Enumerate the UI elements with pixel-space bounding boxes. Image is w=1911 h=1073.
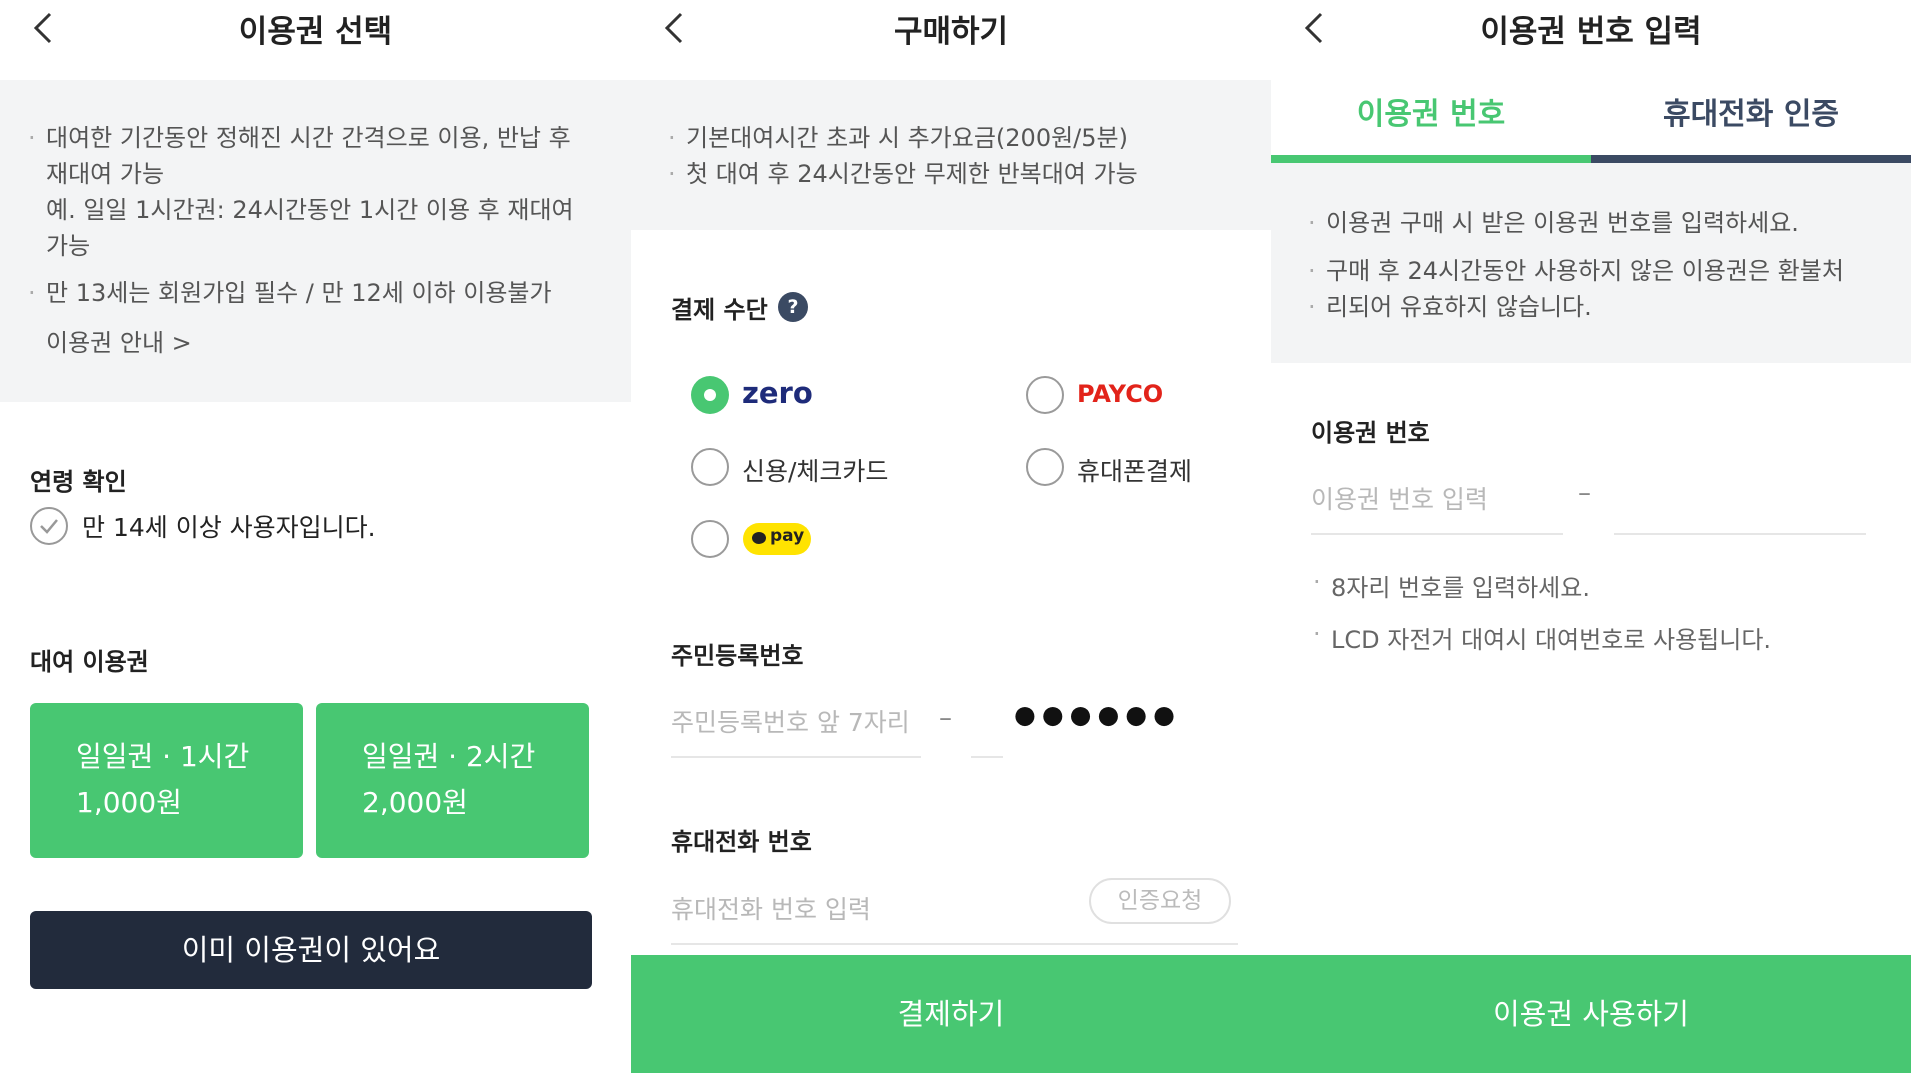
use-ticket-button[interactable]: 이용권 사용하기 bbox=[1271, 955, 1911, 1073]
rrn-front-input[interactable]: 주민등록번호 앞 7자리 bbox=[671, 703, 921, 758]
tab-indicator-active bbox=[1271, 155, 1591, 163]
radio-phone-payment[interactable] bbox=[1026, 448, 1064, 486]
info-line-text: 첫 대여 후 24시간동안 무제한 반복대여 가능 bbox=[686, 160, 1138, 188]
header: 이용권 번호 입력 bbox=[1271, 0, 1911, 80]
ticket-name: 일일권 · 2시간 bbox=[362, 740, 536, 773]
radio-kakao-pay[interactable] bbox=[691, 520, 729, 558]
info-text: 대여한 기간동안 정해진 시간 간격으로 이용, 반납 후 재대여 가능 예. … bbox=[28, 120, 574, 264]
rental-ticket-label: 대여 이용권 bbox=[30, 648, 149, 676]
info-line: 예. 일일 1시간권: 24시간동안 1시간 이용 후 재대여 bbox=[46, 196, 574, 224]
age-check-text: 만 14세 이상 사용자입니다. bbox=[82, 513, 376, 542]
ticket-select-screen: 이용권 선택 대여한 기간동안 정해진 시간 간격으로 이용, 반납 후 재대여… bbox=[0, 0, 631, 1073]
info-age-rule: 만 13세는 회원가입 필수 / 만 12세 이하 이용불가 bbox=[28, 275, 552, 311]
info-line-text: 리되어 유효하지 않습니다. bbox=[1326, 293, 1592, 321]
rrn-placeholder: 주민등록번호 앞 7자리 bbox=[671, 708, 910, 737]
kakao-pay-logo[interactable]: pay bbox=[743, 523, 811, 555]
header: 이용권 선택 bbox=[0, 0, 631, 80]
radio-zero-pay[interactable] bbox=[691, 376, 729, 414]
info-box: 이용권 구매 시 받은 이용권 번호를 입력하세요. 구매 후 24시간동안 사… bbox=[1271, 163, 1911, 363]
tab-ticket-number[interactable]: 이용권 번호 bbox=[1271, 80, 1591, 162]
info-line: 첫 대여 후 24시간동안 무제한 반복대여 가능 bbox=[668, 156, 1138, 192]
ticket-number-input-2[interactable] bbox=[1614, 480, 1866, 535]
phone-number-label: 휴대전화 번호 bbox=[671, 828, 812, 856]
zero-pay-text: zero bbox=[742, 376, 813, 410]
card-payment-label[interactable]: 신용/체크카드 bbox=[742, 452, 888, 488]
page-title: 이용권 번호 입력 bbox=[1480, 14, 1702, 50]
help-icon[interactable]: ? bbox=[778, 292, 808, 322]
check-icon bbox=[40, 519, 58, 534]
rrn-back-first-digit-input[interactable] bbox=[971, 703, 1003, 758]
speech-bubble-icon bbox=[752, 532, 766, 544]
payment-method-label: 결제 수단 bbox=[671, 296, 768, 324]
radio-card[interactable] bbox=[691, 448, 729, 486]
rrn-label: 주민등록번호 bbox=[671, 642, 804, 670]
ticket-number-placeholder: 이용권 번호 입력 bbox=[1311, 485, 1488, 514]
rrn-dash: – bbox=[939, 703, 952, 733]
zero-pay-logo[interactable]: zero bbox=[742, 376, 813, 410]
kakao-pay-text: pay bbox=[770, 526, 805, 546]
age-check-label: 연령 확인 bbox=[30, 468, 127, 496]
phone-placeholder: 휴대전화 번호 입력 bbox=[671, 895, 871, 924]
note-lcd-bike: LCD 자전거 대여시 대여번호로 사용됩니다. bbox=[1313, 620, 1771, 655]
phone-payment-label[interactable]: 휴대폰결제 bbox=[1077, 452, 1192, 488]
purchase-screen: 구매하기 기본대여시간 초과 시 추가요금(200원/5분) 첫 대여 후 24… bbox=[631, 0, 1271, 1073]
ticket-1hour-button[interactable]: 일일권 · 1시간 1,000원 bbox=[30, 703, 303, 858]
info-line: 대여한 기간동안 정해진 시간 간격으로 이용, 반납 후 bbox=[46, 124, 571, 152]
ticket-2hour-button[interactable]: 일일권 · 2시간 2,000원 bbox=[316, 703, 589, 858]
tab-indicator bbox=[1591, 155, 1911, 163]
info-line-cont: 리되어 유효하지 않습니다. bbox=[1308, 289, 1592, 325]
pay-button[interactable]: 결제하기 bbox=[631, 955, 1271, 1073]
rrn-masked-digits: ●●●●●● bbox=[1014, 700, 1181, 729]
ticket-name: 일일권 · 1시간 bbox=[76, 740, 250, 773]
ticket-number-input-1[interactable]: 이용권 번호 입력 bbox=[1311, 480, 1563, 535]
info-line: 구매 후 24시간동안 사용하지 않은 이용권은 환불처 bbox=[1308, 253, 1844, 289]
tab-phone-verify[interactable]: 휴대전화 인증 bbox=[1591, 80, 1911, 162]
note-8-digits: 8자리 번호를 입력하세요. bbox=[1313, 568, 1590, 603]
header: 구매하기 bbox=[631, 0, 1271, 80]
ticket-number-dash: – bbox=[1578, 478, 1591, 508]
verify-request-button[interactable]: 인증요청 bbox=[1089, 878, 1231, 924]
radio-payco[interactable] bbox=[1026, 376, 1064, 414]
ticket-price: 2,000원 bbox=[362, 786, 468, 819]
have-ticket-button[interactable]: 이미 이용권이 있어요 bbox=[30, 911, 592, 989]
ticket-guide-link[interactable]: 이용권 안내 > bbox=[46, 323, 192, 358]
info-line: 가능 bbox=[46, 232, 91, 260]
info-line: 이용권 구매 시 받은 이용권 번호를 입력하세요. bbox=[1308, 205, 1799, 241]
info-line: 기본대여시간 초과 시 추가요금(200원/5분) bbox=[668, 120, 1128, 156]
page-title: 구매하기 bbox=[893, 14, 1009, 50]
ticket-number-screen: 이용권 번호 입력 이용권 번호 휴대전화 인증 이용권 구매 시 받은 이용권… bbox=[1271, 0, 1911, 1073]
ticket-number-label: 이용권 번호 bbox=[1311, 419, 1430, 447]
age-checkbox[interactable] bbox=[30, 507, 68, 545]
info-box: 기본대여시간 초과 시 추가요금(200원/5분) 첫 대여 후 24시간동안 … bbox=[631, 80, 1271, 230]
info-box: 대여한 기간동안 정해진 시간 간격으로 이용, 반납 후 재대여 가능 예. … bbox=[0, 80, 631, 402]
page-title: 이용권 선택 bbox=[238, 14, 393, 50]
payco-logo[interactable]: PAYCO bbox=[1077, 380, 1163, 408]
info-line: 재대여 가능 bbox=[46, 160, 165, 188]
ticket-price: 1,000원 bbox=[76, 786, 182, 819]
